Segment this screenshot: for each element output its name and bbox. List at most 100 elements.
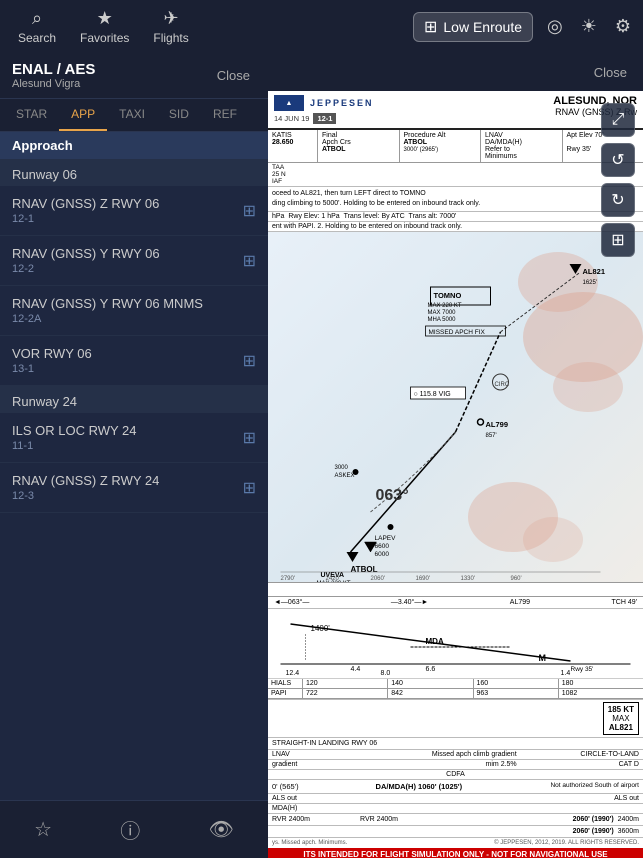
svg-text:CIRC: CIRC: [495, 382, 510, 388]
flights-nav-item[interactable]: ✈ Flights: [143, 4, 198, 49]
item-info: VOR RWY 06 13-1: [12, 346, 92, 375]
tab-sid[interactable]: SID: [157, 99, 201, 131]
svg-text:MDA: MDA: [426, 637, 444, 646]
item-subtitle: 11-1: [12, 440, 137, 452]
list-item[interactable]: RNAV (GNSS) Z RWY 24 12-3 ⊞: [0, 463, 268, 513]
favorites-nav-item[interactable]: ★ Favorites: [70, 4, 139, 49]
chart-straight-in-note: STRAIGHT-IN LANDING RWY 06: [268, 738, 643, 750]
chart-svg: ATBOL LAPEV 6600 6000 UVEVA MAX 220 KT 5…: [268, 232, 643, 582]
svg-text:4.4: 4.4: [351, 666, 361, 673]
chart-waypoint-row: UVEVA ATBOL AL799: [268, 582, 643, 597]
item-title: RNAV (GNSS) Y RWY 06 MNMS: [12, 296, 203, 311]
svg-text:1625': 1625': [583, 280, 598, 286]
chart-rvr-row-1: RVR 2400m RVR 2400m 2060' (1990') 2400m: [268, 814, 643, 826]
enroute-button[interactable]: ⊞ Low Enroute: [413, 12, 533, 42]
search-nav-item[interactable]: ⌕ Search: [8, 4, 66, 49]
svg-text:6000: 6000: [375, 551, 390, 558]
svg-text:3000: 3000: [335, 465, 349, 471]
expand-button[interactable]: ⤢: [601, 103, 635, 137]
svg-text:AL821: AL821: [583, 267, 606, 276]
list-item[interactable]: VOR RWY 06 13-1 ⊞: [0, 336, 268, 386]
tab-taxi[interactable]: TAXI: [107, 99, 157, 131]
refresh-button[interactable]: ↻: [601, 183, 635, 217]
svg-text:6.6: 6.6: [426, 666, 436, 673]
svg-text:2060': 2060': [371, 576, 386, 582]
location-icon[interactable]: ◎: [543, 12, 567, 41]
rotate-button[interactable]: ↺: [601, 143, 635, 177]
list-item[interactable]: RNAV (GNSS) Y RWY 06 MNMS 12-2A: [0, 286, 268, 336]
waypoint-uveva: UVEVA: [274, 585, 301, 594]
item-info: RNAV (GNSS) Y RWY 06 MNMS 12-2A: [12, 296, 203, 325]
tab-star[interactable]: STAR: [4, 99, 59, 131]
chart-climb-grad-row: gradient mim 2.5% CAT D: [268, 760, 643, 770]
enroute-label: Low Enroute: [443, 19, 522, 35]
chart-close-button[interactable]: Close: [588, 63, 633, 82]
svg-text:LAPEV: LAPEV: [375, 535, 397, 542]
list-item[interactable]: ILS OR LOC RWY 24 11-1 ⊞: [0, 413, 268, 463]
svg-text:AL799: AL799: [486, 420, 509, 429]
settings-icon[interactable]: ⚙: [611, 12, 635, 41]
brightness-icon[interactable]: ☀: [577, 12, 601, 41]
tab-ref[interactable]: REF: [201, 99, 249, 131]
chart-da-row: 0' (565') DA/MDA(H) 1060' (1025') Not au…: [268, 780, 643, 794]
item-info: RNAV (GNSS) Z RWY 24 12-3: [12, 473, 159, 502]
item-title: RNAV (GNSS) Z RWY 24: [12, 473, 159, 488]
svg-text:M: M: [539, 653, 547, 663]
search-icon: ⌕: [32, 8, 42, 29]
svg-text:1330': 1330': [461, 576, 476, 582]
left-panel: ENAL / AES Alesund Vigra Close STAR APP …: [0, 53, 268, 858]
chart-notes: oceed to AL821, then turn LEFT direct to…: [268, 187, 643, 212]
profile-al: AL799: [510, 599, 530, 606]
airport-header: ENAL / AES Alesund Vigra Close: [0, 53, 268, 99]
chart-mda-row: MDA(H): [268, 804, 643, 814]
svg-text:2790': 2790': [281, 576, 296, 582]
nav-right: ⊞ Low Enroute ◎ ☀ ⚙: [413, 12, 635, 42]
chart-header: Close: [268, 53, 643, 91]
chart-cdfa-label: CDFA: [268, 770, 643, 780]
layers-icon: ⊞: [243, 478, 256, 498]
svg-text:ATBOL: ATBOL: [351, 565, 378, 574]
bookmark-button[interactable]: ☆: [22, 813, 64, 846]
item-title: VOR RWY 06: [12, 346, 92, 361]
item-title: ILS OR LOC RWY 24: [12, 423, 137, 438]
chart-copyright: ys. Missed apch. Minimums. © JEPPESEN, 2…: [268, 838, 643, 848]
layers-icon: ⊞: [424, 17, 437, 37]
chart-proc-alt: Procedure AltATBOL3000' (2965'): [400, 130, 482, 162]
eye-button[interactable]: 👁: [196, 813, 245, 846]
main-content: ENAL / AES Alesund Vigra Close STAR APP …: [0, 53, 643, 858]
layers-icon: ⊞: [243, 251, 256, 271]
svg-text:2420': 2420': [326, 576, 341, 582]
waypoint-atbol: ATBOL: [321, 585, 348, 594]
item-subtitle: 12-2: [12, 263, 160, 275]
chart-date: 14 JUN 19: [274, 114, 309, 123]
layers-toggle-button[interactable]: ⊞: [601, 223, 635, 257]
svg-text:Rwy 35': Rwy 35': [571, 666, 594, 673]
chart-scroll-area[interactable]: ▲ JEPPESEN 14 JUN 19 12-1 ALESUND, NOR R…: [268, 91, 643, 858]
search-label: Search: [18, 31, 56, 45]
chart-profile-diagram: 1400' 4.4 6.6 MDA M Rwy 35': [268, 609, 643, 679]
chart-final: FinalApch CrsATBOL: [318, 130, 400, 162]
chart-taa-label: TAA25 NIAF: [268, 163, 643, 187]
svg-text:ASKEX: ASKEX: [335, 473, 355, 479]
info-button[interactable]: ⓘ: [108, 811, 152, 848]
svg-text:MHA 5000: MHA 5000: [428, 317, 457, 323]
list-item[interactable]: RNAV (GNSS) Y RWY 06 12-2 ⊞: [0, 236, 268, 286]
profile-crs-label: ◄—063°—: [274, 599, 309, 606]
tab-app[interactable]: APP: [59, 99, 107, 131]
item-title: RNAV (GNSS) Z RWY 06: [12, 196, 159, 211]
left-panel-close-button[interactable]: Close: [211, 66, 256, 85]
procedure-list: Approach Runway 06 RNAV (GNSS) Z RWY 06 …: [0, 132, 268, 800]
profile-distance: —3.40°—►: [391, 599, 428, 606]
chart-minima-table: HIALS 120 140 160 180 PAPI 722 842 963 1…: [268, 679, 643, 700]
svg-text:MAX 7000: MAX 7000: [428, 310, 457, 316]
airport-info: ENAL / AES Alesund Vigra: [12, 61, 95, 90]
item-info: ILS OR LOC RWY 24 11-1: [12, 423, 137, 452]
flights-label: Flights: [153, 31, 188, 45]
list-item[interactable]: RNAV (GNSS) Z RWY 06 12-1 ⊞: [0, 186, 268, 236]
runway-24-group-label: Runway 24: [0, 386, 268, 413]
svg-text:1400': 1400': [311, 624, 331, 633]
chart-katis: KATIS28.650: [268, 130, 318, 162]
chart-controls: ⤢ ↺ ↻ ⊞: [601, 103, 635, 257]
svg-text:1.4: 1.4: [561, 670, 571, 677]
waypoint-al799: AL799: [428, 585, 452, 594]
